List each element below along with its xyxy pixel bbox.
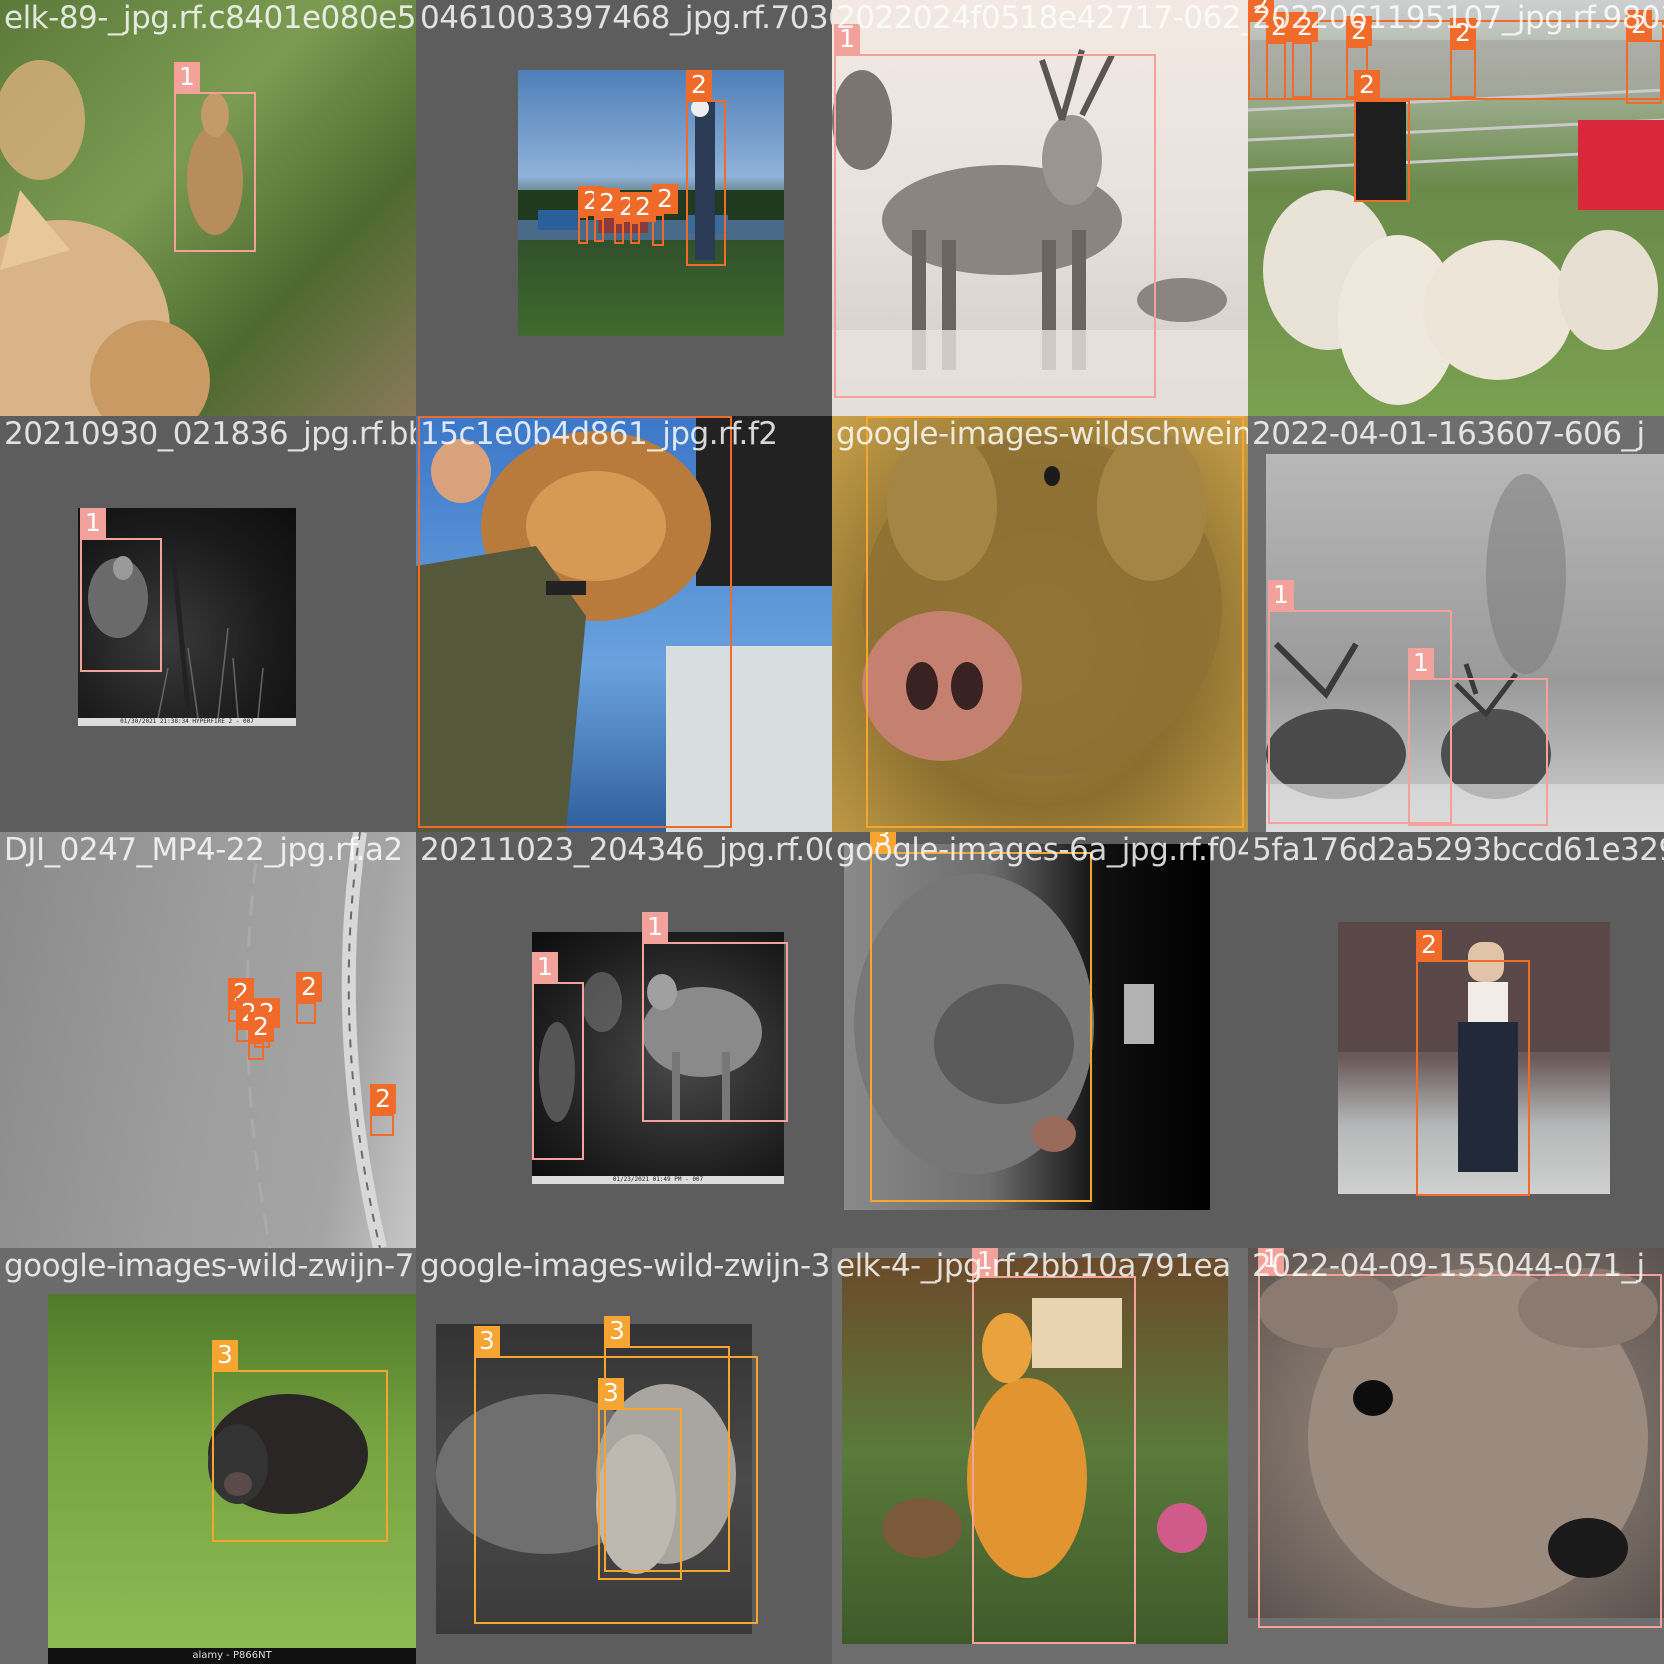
tile-6: 3 google-images-wildschwein- (832, 416, 1248, 832)
filename-label: 5fa176d2a5293bccd61e329 (1252, 832, 1664, 868)
detection-box: 2 (630, 192, 656, 244)
class-label: 1 (1268, 580, 1294, 610)
tile-12: alamy - P866NT 3 google-images-wild-zwij… (0, 1248, 416, 1664)
detection-box: 1 (174, 62, 256, 252)
tile-11: 2 5fa176d2a5293bccd61e329 (1248, 832, 1664, 1248)
filename-label: 2022024f0518e42717-062_j (836, 0, 1248, 36)
class-label: 1 (174, 62, 200, 92)
tile-9: 01/23/2021 01:49 PM - 007 1 1 20211023_2… (416, 832, 832, 1248)
tile-14: 3 1 elk-4-_jpg.rf.2bb10a791ea (832, 1248, 1248, 1664)
tile-5: 2 15c1e0b4d861_jpg.rf.f2 (416, 416, 832, 832)
detection-box: 3 (870, 832, 1092, 1202)
filename-label: 0461003397468_jpg.rf.7030c (420, 0, 832, 36)
filename-label: DJI_0247_MP4-22_jpg.rf.a2 (4, 832, 403, 868)
detection-box: 2 (418, 416, 732, 828)
class-label: 2 (1416, 930, 1442, 960)
detection-box: 1 (642, 912, 788, 1122)
class-label: 1 (80, 508, 106, 538)
detection-box: 1 (1408, 648, 1548, 826)
photo-drone-road (0, 832, 416, 1248)
tile-1: 2 2 2 2 2 2 0461003397468_jpg.rf.7030c (416, 0, 832, 416)
stock-watermark: alamy - P866NT (48, 1648, 416, 1664)
detection-box: 3 (598, 1378, 682, 1580)
detection-box: 3 (866, 416, 1244, 828)
class-label: 1 (642, 912, 668, 942)
camera-info-strip: 01/30/2021 21:38:34 HYPERFIRE 2 - 007 (78, 718, 296, 726)
detection-box: 2 (370, 1084, 396, 1136)
tile-8: 2 2 2 2 2 2 DJI_0247_MP4-22_jpg.rf.a2 (0, 832, 416, 1248)
detection-box: 2 (686, 70, 726, 266)
detection-box: 2 (296, 972, 322, 1024)
class-label: 3 (474, 1326, 500, 1356)
class-label: 2 (1354, 70, 1380, 100)
tile-0: 1 elk-89-_jpg.rf.c8401e080e5 (0, 0, 416, 416)
filename-label: google-images-6a_jpg.rf.f04 (836, 832, 1248, 868)
filename-label: 2022061195107_jpg.rf.9803 (1252, 0, 1664, 36)
detection-box: 2 (1354, 70, 1410, 202)
detection-box: 1 (1258, 1248, 1662, 1628)
filename-label: 20211023_204346_jpg.rf.00 (420, 832, 832, 868)
tile-10: 3 google-images-6a_jpg.rf.f04 (832, 832, 1248, 1248)
detection-box: 2 (578, 186, 604, 244)
detection-box: 1 (80, 508, 162, 672)
detection-box: 1 (834, 24, 1156, 398)
tile-4: 01/30/2021 21:38:34 HYPERFIRE 2 - 007 1 … (0, 416, 416, 832)
class-label: 2 (248, 1012, 274, 1042)
filename-label: elk-89-_jpg.rf.c8401e080e5 (4, 0, 416, 36)
tile-3: 2 2 2 2 2 2 2 2022061195107_jpg.rf.9803 (1248, 0, 1664, 416)
filename-label: google-images-wild-zwijn-7 (4, 1248, 414, 1284)
tile-13: 3 3 3 google-images-wild-zwijn-39 (416, 1248, 832, 1664)
detection-box: 2 (248, 1012, 274, 1060)
detection-box: 2 (1292, 12, 1318, 98)
class-label: 2 (652, 184, 678, 214)
class-label: 2 (296, 972, 322, 1002)
detection-box: 2 (1266, 12, 1292, 100)
tile-2: 1 2022024f0518e42717-062_j (832, 0, 1248, 416)
detection-box: 2 (1416, 930, 1530, 1196)
photo-art (245, 832, 387, 1248)
detection-box: 1 (972, 1248, 1136, 1644)
class-label: 3 (604, 1316, 630, 1346)
camera-info-strip: 01/23/2021 01:49 PM - 007 (532, 1176, 784, 1184)
tile-15: 1 2022-04-09-155044-071_j (1248, 1248, 1664, 1664)
detection-box: 2 (652, 184, 678, 246)
detection-box: 3 (212, 1340, 388, 1542)
detection-box: 2 (1450, 18, 1476, 98)
detection-box: 2 (614, 192, 640, 244)
tile-7: 1 1 2022-04-01-163607-606_j (1248, 416, 1664, 832)
class-label: 1 (1408, 648, 1434, 678)
filename-label: 2022-04-09-155044-071_j (1252, 1248, 1645, 1284)
class-label: 2 (370, 1084, 396, 1114)
class-label: 3 (598, 1378, 624, 1408)
filename-label: 15c1e0b4d861_jpg.rf.f2 (420, 416, 778, 452)
class-label: 1 (532, 952, 558, 982)
detection-box: 2 (594, 188, 620, 242)
filename-label: 2022-04-01-163607-606_j (1252, 416, 1645, 452)
detection-box: 2 (1626, 10, 1662, 104)
filename-label: google-images-wildschwein- (836, 416, 1248, 452)
class-label: 3 (212, 1340, 238, 1370)
detection-box: 1 (532, 952, 584, 1160)
filename-label: 20210930_021836_jpg.rf.bba (4, 416, 416, 452)
filename-label: google-images-wild-zwijn-39 (420, 1248, 832, 1284)
mosaic-grid: 1 elk-89-_jpg.rf.c8401e080e5 2 2 2 2 2 2… (0, 0, 1664, 1664)
filename-label: elk-4-_jpg.rf.2bb10a791ea (836, 1248, 1231, 1284)
class-label: 2 (686, 70, 712, 100)
